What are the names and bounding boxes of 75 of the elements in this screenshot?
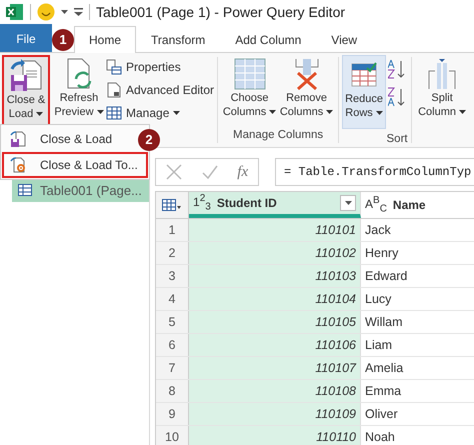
table-cell-text: Liam bbox=[364, 337, 394, 354]
ribbon-small-button[interactable]: Advanced Editor bbox=[106, 80, 214, 100]
table-cell: 110105 bbox=[189, 311, 361, 333]
split-column-button[interactable]: Split Column bbox=[415, 55, 470, 129]
table-cell-text: Lucy bbox=[364, 291, 392, 308]
row-number: 5 bbox=[156, 311, 189, 333]
table-icon bbox=[106, 105, 122, 121]
document-icon bbox=[106, 82, 122, 98]
remove-columns-button[interactable]: Remove Columns bbox=[278, 55, 336, 129]
check-icon[interactable] bbox=[202, 165, 218, 179]
row-number: 4 bbox=[156, 288, 189, 310]
table-cell: 110108 bbox=[189, 380, 361, 402]
table-cell-text: Amelia bbox=[364, 360, 404, 377]
table-cell: 110102 bbox=[189, 242, 361, 264]
row-number: 8 bbox=[156, 380, 189, 402]
caret-icon bbox=[344, 201, 352, 205]
choose-columns-button[interactable]: Choose Columns bbox=[221, 55, 278, 129]
save-document-icon bbox=[10, 131, 26, 147]
table-cell-text: Edward bbox=[364, 268, 408, 285]
formula-field[interactable]: = Table.TransformColumnTyp bbox=[275, 158, 474, 186]
table-cell: 110106 bbox=[189, 334, 361, 356]
table-cell: 110103 bbox=[189, 265, 361, 287]
save-document-icon bbox=[9, 59, 43, 93]
table-icon bbox=[18, 184, 32, 196]
ribbon-tab[interactable]: View bbox=[316, 26, 372, 52]
ribbon-small-button[interactable]: Manage bbox=[106, 103, 214, 123]
table-cell: 110101 bbox=[189, 219, 361, 241]
menu-item[interactable]: Close & Load bbox=[2, 126, 122, 152]
table-cell-text: Henry bbox=[364, 245, 400, 262]
table-cell-text: Noah bbox=[364, 429, 396, 445]
table-cell-text: Jack bbox=[364, 222, 392, 239]
excel-logo-icon bbox=[6, 3, 24, 21]
smiley-icon[interactable] bbox=[37, 3, 55, 21]
row-number: 10 bbox=[156, 426, 189, 445]
row-number: 3 bbox=[156, 265, 189, 287]
refresh-preview-button[interactable]: Refresh Preview bbox=[52, 55, 106, 129]
table-cell-text: Oliver bbox=[364, 406, 399, 423]
row-number: 9 bbox=[156, 403, 189, 425]
header-label: Student ID bbox=[216, 196, 277, 210]
ribbon-small-button[interactable]: Properties bbox=[106, 57, 214, 77]
callout-badge: 1 bbox=[52, 29, 74, 51]
ribbon-tab[interactable]: Add Column bbox=[220, 26, 316, 52]
header-label: Name bbox=[392, 198, 426, 212]
caret-icon[interactable] bbox=[61, 10, 68, 14]
row-number: 6 bbox=[156, 334, 189, 356]
group-label: Manage Columns bbox=[232, 129, 324, 141]
group-label: Sort bbox=[386, 133, 408, 145]
ribbon-tab[interactable]: Transform bbox=[136, 26, 220, 52]
table-cell-text: Emma bbox=[364, 383, 402, 400]
table-cell: 110110 bbox=[189, 426, 361, 445]
properties-icon bbox=[106, 59, 122, 75]
row-number: 2 bbox=[156, 242, 189, 264]
function-button[interactable]: fx bbox=[237, 164, 248, 180]
table-menu-button[interactable] bbox=[156, 192, 189, 218]
filter-button[interactable] bbox=[340, 195, 356, 211]
query-item[interactable]: Table001 (Page... bbox=[12, 178, 149, 202]
ribbon-tab[interactable]: Home bbox=[74, 26, 136, 53]
document-gear-icon bbox=[10, 157, 26, 173]
table-icon bbox=[232, 57, 267, 91]
reduce-rows-button[interactable]: Reduce Rows bbox=[342, 55, 386, 129]
table-cell: 110104 bbox=[189, 288, 361, 310]
table-cell: 110107 bbox=[189, 357, 361, 379]
customize-toolbar-icon[interactable] bbox=[74, 8, 83, 16]
menu-item[interactable]: Close & Load To... bbox=[2, 152, 148, 178]
table-cell: 110109 bbox=[189, 403, 361, 425]
file-tab[interactable]: File bbox=[0, 24, 52, 52]
column-header[interactable]: 1$^{2}$$_{3}$ Student ID bbox=[189, 192, 361, 218]
row-number: 1 bbox=[156, 219, 189, 241]
table-cell-text: Willam bbox=[364, 314, 404, 331]
sort-ascending-icon[interactable] bbox=[388, 59, 406, 79]
sort-descending-icon[interactable] bbox=[388, 87, 406, 107]
window-title: Table001 (Page 1) - Power Query Editor bbox=[96, 4, 346, 20]
row-number: 7 bbox=[156, 357, 189, 379]
column-header[interactable]: A$^{B}$$_{C}$ Name bbox=[361, 192, 474, 218]
table-icon bbox=[162, 199, 182, 211]
